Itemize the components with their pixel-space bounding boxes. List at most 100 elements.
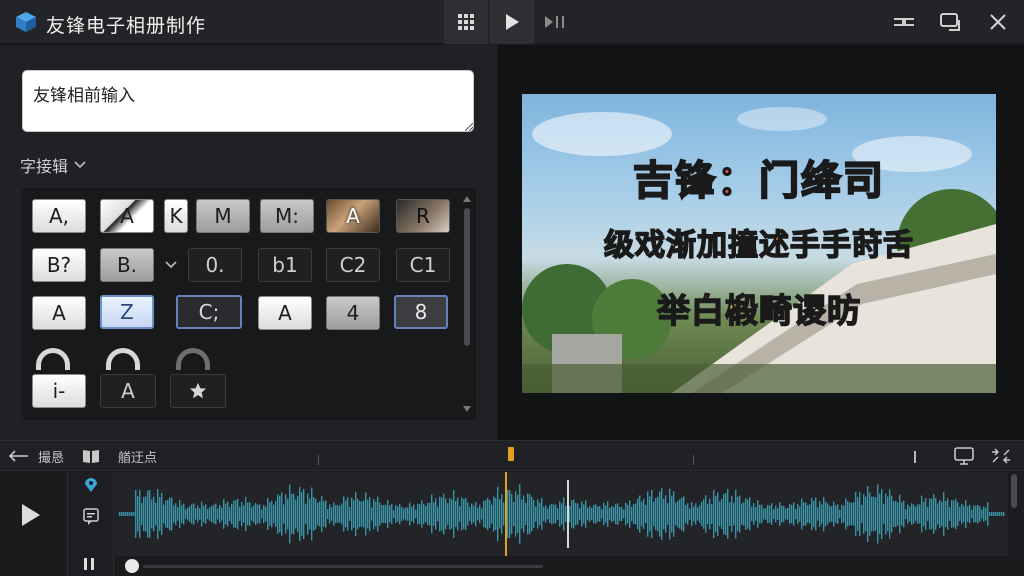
- style-preset[interactable]: A: [326, 199, 380, 233]
- waveform-bar: [153, 496, 155, 532]
- waveform-bar: [725, 492, 727, 536]
- scroll-thumb[interactable]: [464, 208, 470, 346]
- waveform-bar: [339, 505, 341, 523]
- waveform-bar: [989, 512, 991, 516]
- favorite-style-button[interactable]: [170, 374, 226, 408]
- waveform-bar: [719, 501, 721, 527]
- waveform-bar: [157, 489, 159, 539]
- chevron-down-icon[interactable]: [164, 260, 178, 270]
- waveform-bar: [751, 506, 753, 522]
- waveform-bar: [763, 508, 765, 520]
- waveform-bar: [957, 502, 959, 526]
- waveform-bar: [683, 496, 685, 532]
- skip-next-button[interactable]: [534, 0, 578, 44]
- title-text-input[interactable]: [22, 70, 474, 132]
- style-preset[interactable]: A: [100, 199, 154, 233]
- style-preset-selected[interactable]: Z: [100, 295, 154, 329]
- back-arrow-icon[interactable]: [8, 449, 30, 463]
- minimize-button[interactable]: [882, 0, 926, 44]
- subtitle-icon[interactable]: [954, 447, 974, 465]
- waveform-bar: [815, 497, 817, 531]
- play-button[interactable]: [490, 0, 534, 44]
- style-preset[interactable]: M: [196, 199, 250, 233]
- cue-marker[interactable]: [567, 480, 569, 548]
- scroll-up-icon[interactable]: [463, 196, 471, 202]
- style-preset[interactable]: 8: [394, 295, 448, 329]
- scroll-down-icon[interactable]: [463, 406, 471, 412]
- waveform-bar: [963, 505, 965, 523]
- scroll-thumb[interactable]: [1011, 474, 1017, 508]
- waveform-bar: [949, 507, 951, 521]
- waveform-bar: [787, 508, 789, 520]
- waveform-bar: [1003, 512, 1005, 516]
- waveform-bar: [331, 507, 333, 521]
- style-preset[interactable]: i-: [32, 374, 86, 408]
- scroll-handle[interactable]: [125, 559, 139, 573]
- waveform-bar: [733, 502, 735, 526]
- restore-button[interactable]: [928, 0, 972, 44]
- timeline-transport: [0, 472, 68, 576]
- waveform-bar: [741, 503, 743, 525]
- style-preset[interactable]: B.: [100, 248, 154, 282]
- style-preset[interactable]: C;: [176, 295, 242, 329]
- style-preset[interactable]: b1: [258, 248, 312, 282]
- style-preset[interactable]: A: [258, 296, 312, 330]
- style-grid-scrollbar[interactable]: [462, 196, 472, 412]
- ruler-tick: [693, 455, 694, 465]
- waveform-bar: [667, 503, 669, 525]
- close-button[interactable]: [976, 0, 1020, 44]
- style-category-dropdown[interactable]: 字接辑: [20, 153, 86, 177]
- waveform-bar: [147, 490, 149, 538]
- waveform-bar: [735, 489, 737, 539]
- waveform-bar: [225, 503, 227, 525]
- waveform-bar: [869, 492, 871, 536]
- style-preset[interactable]: K: [164, 199, 188, 233]
- waveform-bar: [451, 499, 453, 529]
- waveform-bar: [413, 504, 415, 524]
- waveform-bar: [611, 506, 613, 522]
- waveform-bar: [713, 489, 715, 539]
- style-preset[interactable]: A: [100, 374, 156, 408]
- waveform-bar: [453, 490, 455, 538]
- waveform-bar: [979, 506, 981, 522]
- waveform-bar: [905, 509, 907, 519]
- style-preset[interactable]: R: [396, 199, 450, 233]
- restore-icon: [940, 13, 960, 31]
- timeline-vscroll[interactable]: [1009, 472, 1019, 552]
- style-preset[interactable]: M:: [260, 199, 314, 233]
- location-pin-icon[interactable]: [84, 477, 98, 493]
- playhead-marker[interactable]: [508, 447, 514, 461]
- waveform-bar: [351, 497, 353, 531]
- style-preset[interactable]: C2: [326, 248, 380, 282]
- play-icon[interactable]: [20, 502, 42, 528]
- timeline-hscroll[interactable]: [115, 556, 1024, 576]
- book-icon[interactable]: [82, 448, 100, 464]
- pause-icon[interactable]: [82, 557, 96, 571]
- style-preset[interactable]: C1: [396, 248, 450, 282]
- waveform-bar: [255, 503, 257, 525]
- style-preset[interactable]: 4: [326, 296, 380, 330]
- waveform-bar: [761, 504, 763, 524]
- style-preset[interactable]: 0.: [188, 248, 242, 282]
- fit-timeline-icon[interactable]: [990, 447, 1012, 465]
- waveform-bar: [921, 495, 923, 533]
- waveform-bar: [487, 497, 489, 531]
- waveform-bar: [357, 498, 359, 530]
- waveform-bar: [617, 503, 619, 525]
- audio-waveform-track[interactable]: [115, 472, 1008, 556]
- waveform-bar: [503, 502, 505, 526]
- style-preset[interactable]: B?: [32, 248, 86, 282]
- preview-canvas[interactable]: 吉锋：门绛司 级戏渐加撞述手手莳舌 举白椴畸谡昉: [522, 94, 996, 393]
- grid-view-button[interactable]: [444, 0, 488, 44]
- style-preset[interactable]: A,: [32, 199, 86, 233]
- playhead-line[interactable]: [505, 472, 507, 556]
- waveform-bar: [607, 501, 609, 527]
- audio-track-icon[interactable]: [83, 508, 99, 526]
- star-icon: [189, 382, 207, 399]
- resize-grip-icon[interactable]: [465, 123, 473, 131]
- waveform-bar: [457, 497, 459, 531]
- waveform-bar: [213, 504, 215, 524]
- waveform-bar: [631, 506, 633, 522]
- style-preset[interactable]: A: [32, 296, 86, 330]
- waveform-bar: [757, 500, 759, 528]
